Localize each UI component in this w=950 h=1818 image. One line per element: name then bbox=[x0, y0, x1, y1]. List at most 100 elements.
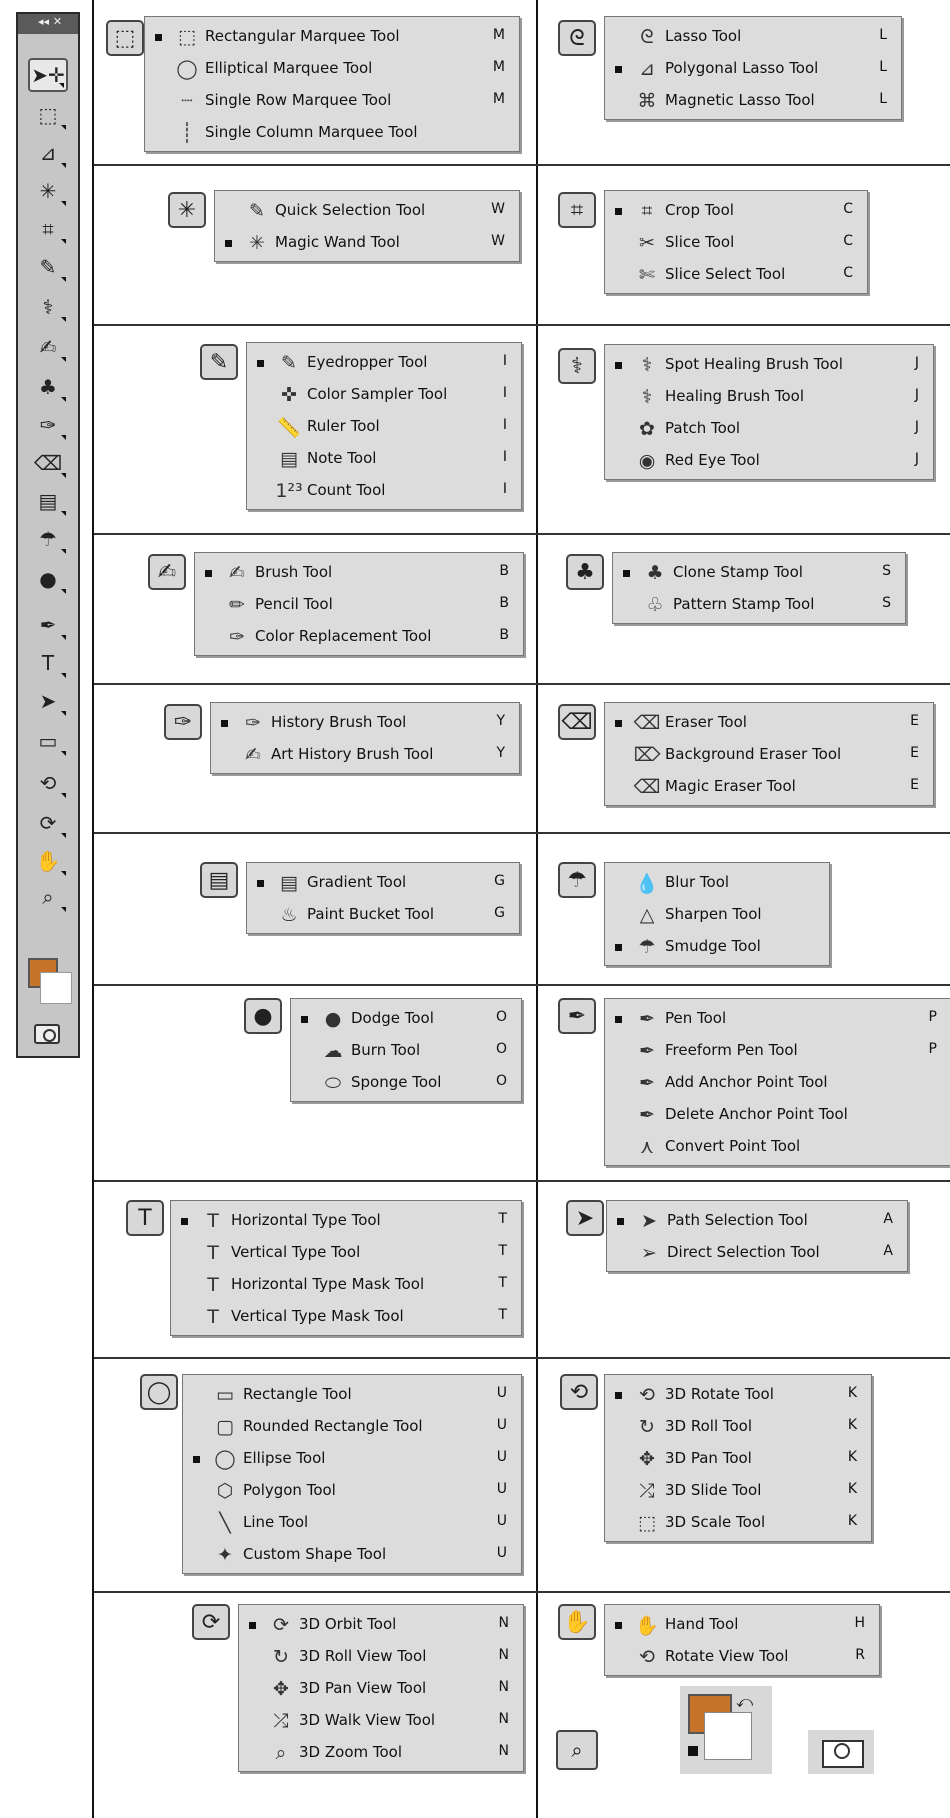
menu-item[interactable]: ✦ Custom Shape Tool U bbox=[183, 1539, 521, 1571]
menu-item[interactable]: 💧 Blur Tool bbox=[605, 867, 829, 899]
menu-item[interactable]: ✒ Pen Tool P bbox=[605, 1003, 950, 1035]
menu-item[interactable]: ✍ Art History Brush Tool Y bbox=[211, 739, 519, 771]
menu-item[interactable]: ✜ Color Sampler Tool I bbox=[247, 379, 521, 411]
menu-item[interactable]: ⌕ 3D Zoom Tool N bbox=[239, 1737, 523, 1769]
menu-item[interactable]: ⟳ 3D Orbit Tool N bbox=[239, 1609, 523, 1641]
type-group-button[interactable]: T bbox=[126, 1200, 164, 1236]
menu-item[interactable]: ⟲ 3D Rotate Tool K bbox=[605, 1379, 871, 1411]
menu-item[interactable]: ▤ Gradient Tool G bbox=[247, 867, 519, 899]
menu-item[interactable]: ↻ 3D Roll Tool K bbox=[605, 1411, 871, 1443]
menu-item[interactable]: ✂ Slice Tool C bbox=[605, 227, 867, 259]
rectangular-marquee-icon[interactable]: ⬚ bbox=[28, 98, 68, 132]
spot-healing-icon[interactable]: ⚕ bbox=[28, 290, 68, 324]
menu-item[interactable]: ✎ Eyedropper Tool I bbox=[247, 347, 521, 379]
default-colors-icon[interactable] bbox=[688, 1746, 698, 1756]
pen-group-button[interactable]: ✒ bbox=[558, 998, 596, 1034]
menu-item[interactable]: ⌗ Crop Tool C bbox=[605, 195, 867, 227]
menu-item[interactable]: ✎ Quick Selection Tool W bbox=[215, 195, 519, 227]
menu-item[interactable]: ✑ History Brush Tool Y bbox=[211, 707, 519, 739]
3dcam-group-button[interactable]: ⟳ bbox=[192, 1604, 230, 1640]
menu-item[interactable]: ☁ Burn Tool O bbox=[291, 1035, 521, 1067]
eyedropper-group-button[interactable]: ✎ bbox=[200, 344, 238, 380]
menu-item[interactable]: 📏 Ruler Tool I bbox=[247, 411, 521, 443]
menu-item[interactable]: ▭ Rectangle Tool U bbox=[183, 1379, 521, 1411]
menu-item[interactable]: ✒ Freeform Pen Tool P bbox=[605, 1035, 950, 1067]
menu-item[interactable]: ⚕ Spot Healing Brush Tool J bbox=[605, 349, 933, 381]
polygonal-lasso-icon[interactable]: ⊿ bbox=[28, 136, 68, 170]
menu-item[interactable]: ▢ Rounded Rectangle Tool U bbox=[183, 1411, 521, 1443]
menu-item[interactable]: ↻ 3D Roll View Tool N bbox=[239, 1641, 523, 1673]
menu-item[interactable]: ✄ Slice Select Tool C bbox=[605, 259, 867, 291]
menu-item[interactable]: ✒ Delete Anchor Point Tool bbox=[605, 1099, 950, 1131]
menu-item[interactable]: ✿ Patch Tool J bbox=[605, 413, 933, 445]
swap-colors-icon[interactable]: ⤺ bbox=[736, 1692, 753, 1712]
menu-item[interactable]: ♧ Pattern Stamp Tool S bbox=[613, 589, 905, 621]
menu-item[interactable]: ⌫ Magic Eraser Tool E bbox=[605, 771, 933, 803]
history-group-button[interactable]: ✑ bbox=[164, 704, 202, 740]
menu-item[interactable]: ┊ Single Column Marquee Tool bbox=[145, 117, 519, 149]
pen-icon[interactable]: ✒ bbox=[28, 608, 68, 642]
menu-item[interactable]: ⬚ 3D Scale Tool K bbox=[605, 1507, 871, 1539]
menu-item[interactable]: T Vertical Type Tool T bbox=[171, 1237, 521, 1269]
crop-group-button[interactable]: ⌗ bbox=[558, 192, 596, 228]
clone-stamp-icon[interactable]: ♣ bbox=[28, 370, 68, 404]
menu-item[interactable]: ◉ Red Eye Tool J bbox=[605, 445, 933, 477]
menu-item[interactable]: ⬚ Rectangular Marquee Tool M bbox=[145, 21, 519, 53]
menu-item[interactable]: ✳ Magic Wand Tool W bbox=[215, 227, 519, 259]
menu-item[interactable]: ♣ Clone Stamp Tool S bbox=[613, 557, 905, 589]
menu-item[interactable]: 1²³ Count Tool I bbox=[247, 475, 521, 507]
quick-mask-button[interactable] bbox=[34, 1024, 60, 1044]
menu-item[interactable]: ⤮ 3D Slide Tool K bbox=[605, 1475, 871, 1507]
menu-item[interactable]: ⌫ Eraser Tool E bbox=[605, 707, 933, 739]
eraser-icon[interactable]: ⌫ bbox=[28, 446, 68, 480]
menu-item[interactable]: ♨ Paint Bucket Tool G bbox=[247, 899, 519, 931]
blur-group-button[interactable]: ☂ bbox=[558, 862, 596, 898]
menu-item[interactable]: ✑ Color Replacement Tool B bbox=[195, 621, 523, 653]
type-icon[interactable]: T bbox=[28, 646, 68, 680]
tools-panel-header[interactable]: ◂◂ ✕ bbox=[18, 14, 78, 34]
brush-group-button[interactable]: ✍ bbox=[148, 554, 186, 590]
eyedropper-icon[interactable]: ✎ bbox=[28, 250, 68, 284]
background-color-large[interactable] bbox=[704, 1712, 752, 1760]
menu-item[interactable]: ✥ 3D Pan View Tool N bbox=[239, 1673, 523, 1705]
menu-item[interactable]: ⌘ Magnetic Lasso Tool L bbox=[605, 85, 901, 117]
menu-item[interactable]: ᘓ Lasso Tool L bbox=[605, 21, 901, 53]
history-brush-icon[interactable]: ✑ bbox=[28, 408, 68, 442]
menu-item[interactable]: ╲ Line Tool U bbox=[183, 1507, 521, 1539]
move-tool-icon[interactable]: ➤✛ bbox=[28, 58, 68, 92]
gradient-icon[interactable]: ▤ bbox=[28, 484, 68, 518]
zoom-icon[interactable]: ⌕ bbox=[28, 880, 68, 914]
hand-icon[interactable]: ✋ bbox=[28, 844, 68, 878]
3d-orbit-icon[interactable]: ⟳ bbox=[28, 806, 68, 840]
menu-item[interactable]: ⊿ Polygonal Lasso Tool L bbox=[605, 53, 901, 85]
zoom-tool-button[interactable]: ⌕ bbox=[556, 1730, 598, 1770]
menu-item[interactable]: ⟲ Rotate View Tool R bbox=[605, 1641, 879, 1673]
menu-item[interactable]: ◯ Ellipse Tool U bbox=[183, 1443, 521, 1475]
menu-item[interactable]: T Horizontal Type Tool T bbox=[171, 1205, 521, 1237]
lasso-group-button[interactable]: ᘓ bbox=[558, 20, 596, 56]
hand-group-button[interactable]: ✋ bbox=[558, 1604, 596, 1640]
background-color-swatch[interactable] bbox=[40, 972, 72, 1004]
magic-wand-icon[interactable]: ✳ bbox=[28, 174, 68, 208]
menu-item[interactable]: ● Dodge Tool O bbox=[291, 1003, 521, 1035]
shape-group-button[interactable]: ◯ bbox=[140, 1374, 178, 1410]
menu-item[interactable]: ⌦ Background Eraser Tool E bbox=[605, 739, 933, 771]
stamp-group-button[interactable]: ♣ bbox=[566, 554, 604, 590]
menu-item[interactable]: △ Sharpen Tool bbox=[605, 899, 829, 931]
menu-item[interactable]: ⬭ Sponge Tool O bbox=[291, 1067, 521, 1099]
crop-icon[interactable]: ⌗ bbox=[28, 212, 68, 246]
menu-item[interactable]: T Vertical Type Mask Tool T bbox=[171, 1301, 521, 1333]
3d-group-button[interactable]: ⟲ bbox=[560, 1374, 598, 1410]
menu-item[interactable]: ┈ Single Row Marquee Tool M bbox=[145, 85, 519, 117]
menu-item[interactable]: ⋏ Convert Point Tool bbox=[605, 1131, 950, 1163]
menu-item[interactable]: ✒ Add Anchor Point Tool bbox=[605, 1067, 950, 1099]
blur-icon[interactable]: ☂ bbox=[28, 522, 68, 556]
menu-item[interactable]: ✥ 3D Pan Tool K bbox=[605, 1443, 871, 1475]
menu-item[interactable]: ⚕ Healing Brush Tool J bbox=[605, 381, 933, 413]
rectangle-shape-icon[interactable]: ▭ bbox=[28, 724, 68, 758]
menu-item[interactable]: T Horizontal Type Mask Tool T bbox=[171, 1269, 521, 1301]
dodge-group-button[interactable]: ● bbox=[244, 998, 282, 1034]
selection-group-button[interactable]: ✳ bbox=[168, 192, 206, 228]
eraser-group-button[interactable]: ⌫ bbox=[558, 704, 596, 740]
healing-group-button[interactable]: ⚕ bbox=[558, 348, 596, 384]
